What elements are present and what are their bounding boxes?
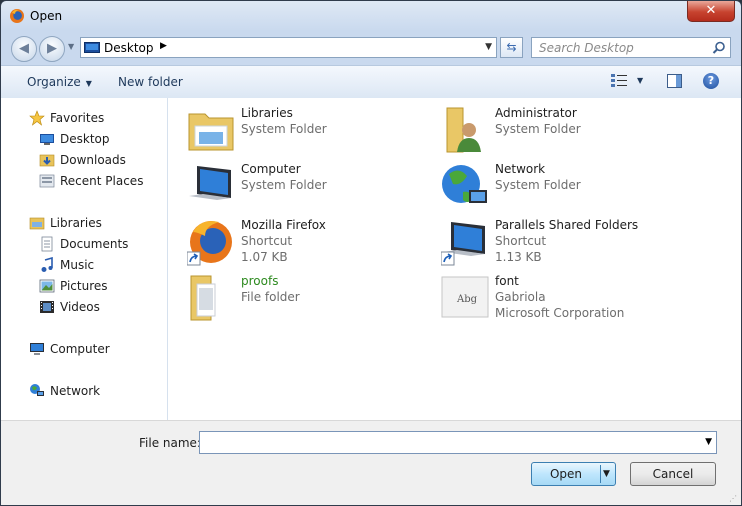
computer-icon [189,166,231,200]
folder-icon [190,275,216,321]
resize-grip-icon[interactable]: ⋰ [729,494,739,504]
address-dropdown-icon[interactable]: ▼ [485,42,492,52]
sidebar-item-label: Favorites [50,111,105,125]
libraries-folder-icon [188,113,234,151]
close-button[interactable]: ✕ [687,1,735,22]
recent-pages-dropdown-icon[interactable]: ▼ [68,42,74,51]
chevron-down-icon: ▼ [85,79,92,88]
search-icon[interactable] [712,41,726,55]
sidebar-item-label: Downloads [60,153,126,167]
file-list: Libraries System Folder Administrator Sy… [168,98,741,420]
navigation-pane: Favorites Desktop Downloads Recent Place… [1,98,168,420]
file-type: System Folder [241,122,327,136]
computer-icon [30,343,44,355]
open-dialog: Open ✕ ◀ ▶ ▼ Desktop ▶ ▼ ⇆ Organize ▼ New… [0,0,742,506]
search-input[interactable] [532,38,717,57]
view-options-dropdown-icon[interactable]: ▼ [637,76,643,85]
file-name-dropdown-icon[interactable]: ▼ [705,437,712,447]
window-title: Open [30,9,63,23]
file-type: Shortcut [495,234,547,248]
dialog-footer: File name: ▼ Open ▼ Cancel ⋰ [1,420,741,505]
libraries-icon [29,217,45,230]
sidebar-item-label: Libraries [50,216,102,230]
cancel-button[interactable]: Cancel [630,462,716,486]
file-type: File folder [241,290,300,304]
file-item-computer[interactable]: Computer System Folder [187,162,437,214]
sidebar-item-label: Videos [60,300,100,314]
organize-label: Organize [27,75,81,89]
refresh-button[interactable]: ⇆ [500,37,523,58]
open-button[interactable]: Open ▼ [531,462,616,486]
file-size: 1.07 KB [241,250,288,264]
sidebar-item-label: Desktop [60,132,110,146]
sidebar-item-label: Pictures [60,279,108,293]
file-item-libraries[interactable]: Libraries System Folder [187,106,437,158]
file-item-proofs[interactable]: proofs File folder [187,274,437,326]
network-icon [30,384,44,396]
file-type: System Folder [241,178,327,192]
file-item-network[interactable]: Network System Folder [441,162,691,214]
open-button-label: Open [549,467,583,481]
file-name: Administrator [495,106,577,120]
sidebar-item-label: Computer [50,342,110,356]
file-name: Libraries [241,106,293,120]
downloads-folder-icon [39,154,55,167]
star-icon [29,110,45,126]
sidebar-item-label: Documents [60,237,129,251]
back-arrow-icon[interactable]: ◀ [11,36,37,62]
shortcut-computer-icon [441,222,485,266]
file-type: Shortcut [241,234,293,248]
split-divider [600,465,601,483]
desktop-icon [40,134,54,145]
sidebar-item-label: Music [60,258,95,272]
sidebar-item-label: Network [50,384,101,398]
firefox-icon [187,221,232,266]
file-name: font [495,274,519,288]
file-name: Parallels Shared Folders [495,218,639,232]
file-size: 1.13 KB [495,250,542,264]
file-name: proofs [241,274,279,288]
address-bar[interactable]: Desktop ▶ ▼ [80,37,497,58]
pictures-icon [39,279,55,293]
font-family-name: Gabriola [495,290,546,304]
documents-icon [41,236,53,252]
breadcrumb-chevron-icon[interactable]: ▶ [160,41,167,51]
file-item-administrator[interactable]: Administrator System Folder [441,106,691,158]
forward-arrow-icon[interactable]: ▶ [39,36,65,62]
network-globe-icon [442,165,487,203]
preview-pane-icon[interactable] [667,74,682,88]
file-type: System Folder [495,122,581,136]
recent-places-icon [39,174,55,188]
breadcrumb-desktop[interactable]: Desktop [104,41,154,55]
organize-button[interactable]: Organize ▼ [27,75,92,89]
file-name-combobox[interactable]: ▼ [199,431,717,454]
font-file-icon: Abg [441,276,489,318]
file-name: Computer [241,162,301,176]
new-folder-button[interactable]: New folder [118,75,183,89]
font-vendor: Microsoft Corporation [495,306,625,320]
open-options-dropdown-icon[interactable]: ▼ [603,463,610,485]
sidebar-item-label: Recent Places [60,174,144,188]
svg-text:Abg: Abg [456,294,478,305]
file-item-font[interactable]: Abg font Gabriola Microsoft Corporation [441,274,691,326]
desktop-icon [84,42,100,53]
user-folder-icon [446,107,481,153]
music-icon [41,257,53,272]
help-icon[interactable]: ? [703,73,719,89]
change-view-icon[interactable] [611,74,627,88]
file-name-label: File name: [139,436,201,450]
file-name: Network [495,162,546,176]
file-item-parallels-shared-folders[interactable]: Parallels Shared Folders Shortcut 1.13 K… [441,218,691,270]
file-item-mozilla-firefox[interactable]: Mozilla Firefox Shortcut 1.07 KB [187,218,437,270]
title-bar[interactable]: Open ✕ [1,1,741,31]
navigation-row: ◀ ▶ ▼ Desktop ▶ ▼ ⇆ [1,34,741,62]
file-name-input[interactable] [200,432,698,453]
file-type: System Folder [495,178,581,192]
command-toolbar: Organize ▼ New folder ▼ ? [1,65,741,99]
videos-icon [40,301,54,313]
search-box[interactable] [531,37,731,58]
file-name: Mozilla Firefox [241,218,326,232]
firefox-icon [10,9,24,23]
